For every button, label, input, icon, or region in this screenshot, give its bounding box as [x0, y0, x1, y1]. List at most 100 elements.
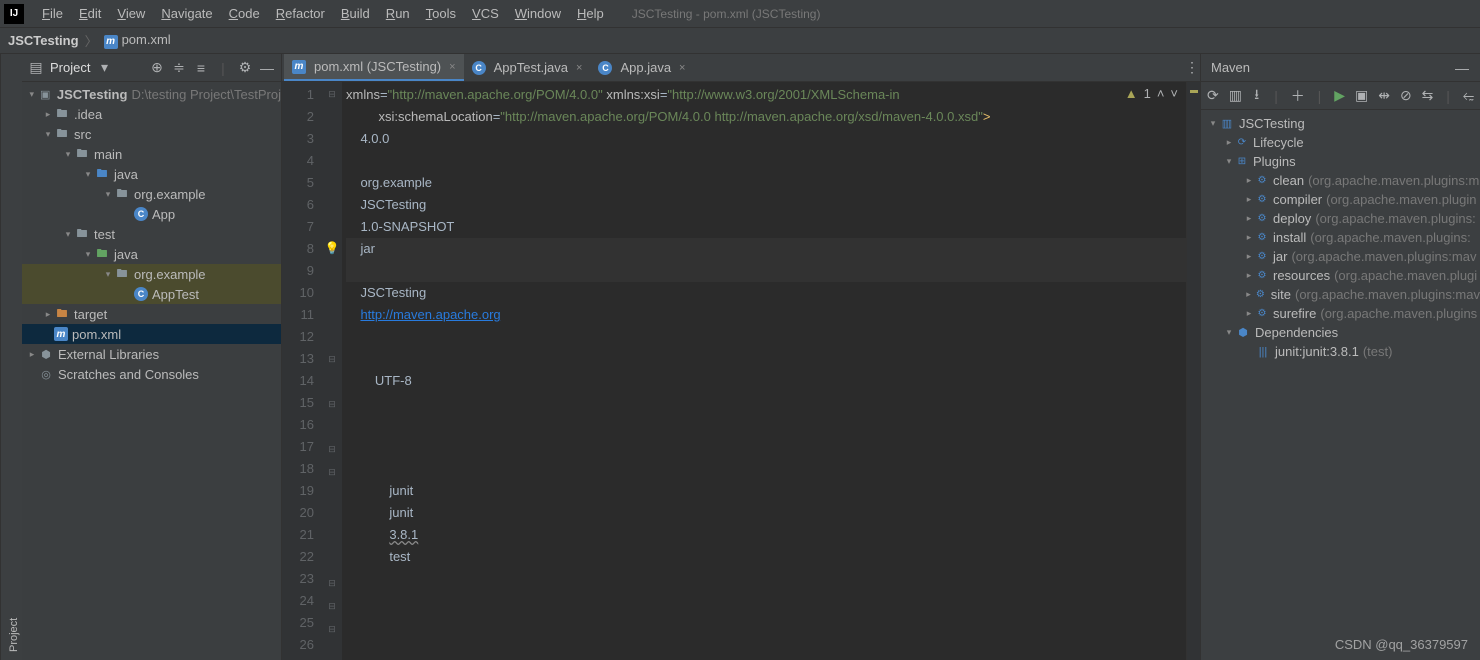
maven-panel: Maven — ⟳ ▥ ⭳ | ＋ | ▶ ▣ ⇹ ⊘ ⇆ | ⥳ ▾▥JSCT… [1200, 54, 1480, 660]
fold-gutter[interactable]: ⊟💡⊟⊟⊟⊟⊟⊟⊟ [322, 82, 342, 660]
tree-test[interactable]: ▾🖿test [22, 224, 281, 244]
show-deps-icon[interactable]: ⇆ [1422, 88, 1434, 104]
menu-refactor[interactable]: Refactor [268, 6, 333, 21]
window-title: JSCTesting - pom.xml (JSCTesting) [632, 7, 821, 21]
tab-options-icon[interactable]: ⋮ [1184, 60, 1200, 76]
breadcrumb: JSCTesting 〉 mpom.xml [0, 28, 1480, 54]
editor-area: mpom.xml (JSCTesting)×CAppTest.java×CApp… [282, 54, 1200, 660]
line-number-gutter: 1234567891011121314151617181920212223242… [282, 82, 322, 660]
tree-test-org-example[interactable]: ▾🖿org.example [22, 264, 281, 284]
generate-sources-icon[interactable]: ▥ [1229, 88, 1242, 104]
inspection-down-icon[interactable]: ˅ [1170, 86, 1178, 101]
maven-file-icon: m [54, 327, 68, 341]
tab-label: App.java [620, 60, 671, 75]
collapse-all-icon[interactable]: ≡ [193, 60, 209, 76]
menu-navigate[interactable]: Navigate [153, 6, 220, 21]
run-icon[interactable]: ▶ [1334, 88, 1345, 104]
collapse-maven-icon[interactable]: ⥳ [1463, 88, 1474, 104]
settings-gear-icon[interactable]: ⚙ [237, 60, 253, 76]
menu-file[interactable]: File [34, 6, 71, 21]
divider-icon: | [215, 60, 231, 76]
project-folder-icon: ▤ [28, 60, 44, 76]
menu-view[interactable]: View [109, 6, 153, 21]
locate-icon[interactable]: ⊕ [149, 60, 165, 76]
warning-stripe[interactable] [1190, 90, 1198, 93]
maven-dep-item[interactable]: |||junit:junit:3.8.1(test) [1201, 342, 1480, 361]
execute-goal-icon[interactable]: ▣ [1355, 88, 1368, 104]
inspection-up-icon[interactable]: ˄ [1157, 86, 1165, 101]
tree-main-java[interactable]: ▾🖿java [22, 164, 281, 184]
hide-panel-icon[interactable]: — [259, 60, 275, 76]
tab-apptest-java[interactable]: CAppTest.java× [464, 54, 591, 81]
tab-pom-xml-jsctesting-[interactable]: m pom.xml (JSCTesting) × [284, 54, 464, 81]
menu-run[interactable]: Run [378, 6, 418, 21]
maven-lifecycle[interactable]: ▸⟳Lifecycle [1201, 133, 1480, 152]
maven-deps[interactable]: ▾⬢Dependencies [1201, 323, 1480, 342]
toggle-offline-icon[interactable]: ⇹ [1378, 88, 1390, 104]
tree-idea[interactable]: ▸🖿.idea [22, 104, 281, 124]
tree-pom[interactable]: mpom.xml [22, 324, 281, 344]
maven-plugin-install[interactable]: ▸⚙install(org.apache.maven.plugins: [1201, 228, 1480, 247]
dropdown-icon[interactable]: ▾ [96, 60, 112, 76]
tree-main[interactable]: ▾🖿main [22, 144, 281, 164]
tree-root[interactable]: ▾▣JSCTestingD:\testing Project\TestProj [22, 84, 281, 104]
menu-help[interactable]: Help [569, 6, 612, 21]
maven-plugin-deploy[interactable]: ▸⚙deploy(org.apache.maven.plugins: [1201, 209, 1480, 228]
tree-test-java[interactable]: ▾🖿java [22, 244, 281, 264]
tree-apptest-class[interactable]: CAppTest [22, 284, 281, 304]
maven-plugin-site[interactable]: ▸⚙site(org.apache.maven.plugins:mav [1201, 285, 1480, 304]
skip-tests-icon[interactable]: ⊘ [1400, 88, 1412, 104]
app-icon: IJ [4, 4, 24, 24]
breadcrumb-sep: 〉 [85, 31, 98, 50]
tree-src[interactable]: ▾🖿src [22, 124, 281, 144]
menu-edit[interactable]: Edit [71, 6, 109, 21]
maven-root[interactable]: ▾▥JSCTesting [1201, 114, 1480, 133]
reload-icon[interactable]: ⟳ [1207, 88, 1219, 104]
maven-tree[interactable]: ▾▥JSCTesting ▸⟳Lifecycle ▾⊞Plugins ▸⚙cle… [1201, 110, 1480, 660]
menu-build[interactable]: Build [333, 6, 378, 21]
project-panel-header: ▤ Project ▾ ⊕ ≑ ≡ | ⚙ — [22, 54, 281, 82]
menu-bar: IJ FileEditViewNavigateCodeRefactorBuild… [0, 0, 1480, 28]
menu-tools[interactable]: Tools [418, 6, 464, 21]
breadcrumb-file[interactable]: mpom.xml [104, 32, 171, 49]
menu-code[interactable]: Code [221, 6, 268, 21]
maven-file-icon: m [104, 35, 118, 49]
tree-scratches[interactable]: ◎Scratches and Consoles [22, 364, 281, 384]
editor-inspection-widget[interactable]: ▲1 ˄ ˅ [1125, 86, 1178, 101]
menu-vcs[interactable]: VCS [464, 6, 507, 21]
left-tool-strip[interactable]: Project [0, 54, 22, 660]
class-icon: C [598, 61, 612, 75]
tree-app-class[interactable]: CApp [22, 204, 281, 224]
breadcrumb-root[interactable]: JSCTesting [8, 33, 79, 48]
code-editor[interactable]: 1234567891011121314151617181920212223242… [282, 82, 1200, 660]
maven-toolbar: ⟳ ▥ ⭳ | ＋ | ▶ ▣ ⇹ ⊘ ⇆ | ⥳ [1201, 82, 1480, 110]
expand-all-icon[interactable]: ≑ [171, 60, 187, 76]
project-panel-title[interactable]: Project [50, 60, 90, 75]
editor-tabs: mpom.xml (JSCTesting)×CAppTest.java×CApp… [282, 54, 1200, 82]
menu-window[interactable]: Window [507, 6, 569, 21]
maven-plugin-jar[interactable]: ▸⚙jar(org.apache.maven.plugins:mav [1201, 247, 1480, 266]
marker-gutter[interactable] [1186, 82, 1200, 660]
class-icon: C [472, 61, 486, 75]
maven-plugin-clean[interactable]: ▸⚙clean(org.apache.maven.plugins:m [1201, 171, 1480, 190]
maven-plugin-resources[interactable]: ▸⚙resources(org.apache.maven.plugi [1201, 266, 1480, 285]
tree-org-example[interactable]: ▾🖿org.example [22, 184, 281, 204]
code-content[interactable]: xmlns="http://maven.apache.org/POM/4.0.0… [342, 82, 1186, 660]
warning-triangle-icon: ▲ [1125, 86, 1138, 101]
tree-target[interactable]: ▸🖿target [22, 304, 281, 324]
close-tab-icon[interactable]: × [679, 62, 685, 74]
tab-label: pom.xml (JSCTesting) [314, 59, 441, 74]
maven-plugin-surefire[interactable]: ▸⚙surefire(org.apache.maven.plugins [1201, 304, 1480, 323]
tab-app-java[interactable]: C App.java × [590, 54, 693, 81]
close-tab-icon[interactable]: × [449, 61, 455, 73]
hide-maven-icon[interactable]: — [1454, 60, 1470, 76]
maven-plugins[interactable]: ▾⊞Plugins [1201, 152, 1480, 171]
tree-external-libs[interactable]: ▸⬢External Libraries [22, 344, 281, 364]
project-tree[interactable]: ▾▣JSCTestingD:\testing Project\TestProj … [22, 82, 281, 660]
maven-plugin-compiler[interactable]: ▸⚙compiler(org.apache.maven.plugin [1201, 190, 1480, 209]
maven-file-icon: m [292, 60, 306, 74]
divider: | [1271, 88, 1280, 104]
add-project-icon[interactable]: ＋ [1291, 88, 1305, 104]
download-sources-icon[interactable]: ⭳ [1252, 88, 1261, 104]
close-tab-icon[interactable]: × [576, 62, 582, 74]
